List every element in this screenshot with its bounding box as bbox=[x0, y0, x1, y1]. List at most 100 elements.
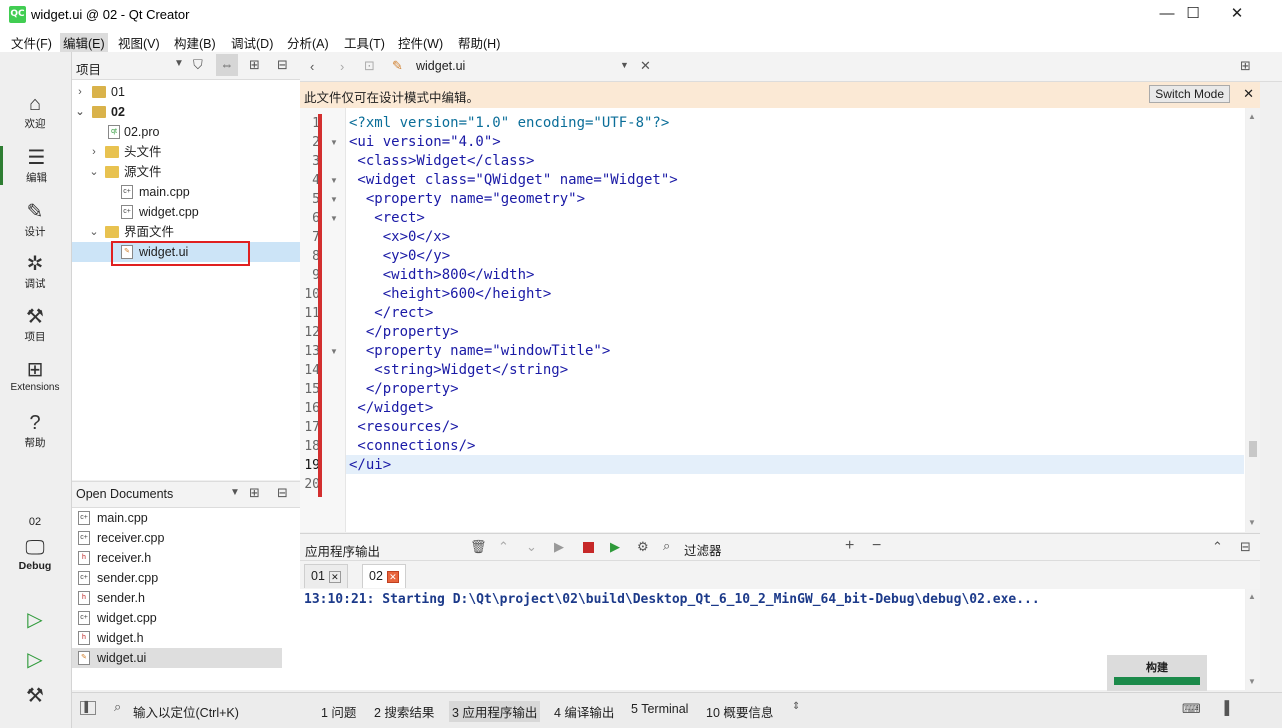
editor-scrollbar[interactable]: ▲ ▼ bbox=[1246, 108, 1260, 532]
mode-projects[interactable]: ⚒ 项目 bbox=[0, 305, 70, 344]
run-button[interactable]: ▷ bbox=[0, 608, 70, 632]
output-tab-02[interactable]: 02 ✕ bbox=[362, 564, 406, 588]
switch-mode-button[interactable]: Switch Mode bbox=[1149, 85, 1230, 103]
chevron-down-icon[interactable]: ▼ bbox=[620, 60, 629, 70]
chevron-right-icon[interactable]: › bbox=[74, 82, 86, 102]
application-output[interactable]: 13:10:21: Starting D:\Qt\project\02\buil… bbox=[300, 589, 1245, 690]
scroll-up-icon[interactable]: ▲ bbox=[1248, 592, 1256, 601]
run-icon[interactable]: ▶ bbox=[554, 539, 564, 555]
close-window-button[interactable]: ✕ bbox=[1214, 0, 1260, 30]
back-icon[interactable]: ‹ bbox=[310, 59, 314, 74]
menu-build[interactable]: 构建(B) bbox=[171, 33, 219, 52]
tree-item-widget-cpp[interactable]: c+ widget.cpp bbox=[72, 202, 300, 222]
tree-item-project-01[interactable]: › 01 bbox=[72, 82, 300, 102]
updown-icon[interactable]: ⇕ bbox=[792, 701, 800, 712]
menu-analyze[interactable]: 分析(A) bbox=[284, 33, 332, 52]
tree-item-pro-file[interactable]: qt 02.pro bbox=[72, 122, 300, 142]
maximize-button[interactable]: ☐ bbox=[1170, 0, 1216, 30]
mode-edit[interactable]: ☰ 编辑 bbox=[0, 146, 70, 185]
close-icon[interactable]: ✕ bbox=[386, 570, 399, 583]
down-icon[interactable]: ⌄ bbox=[526, 539, 537, 555]
list-item[interactable]: c+ main.cpp bbox=[72, 508, 282, 528]
collapse-icon[interactable]: ⊟ bbox=[277, 485, 288, 501]
filter-icon[interactable]: ⛉ bbox=[193, 57, 203, 73]
menu-file[interactable]: 文件(F) bbox=[8, 33, 55, 52]
fold-marker-icon[interactable]: ▼ bbox=[330, 171, 338, 190]
mode-debug[interactable]: ✲ 调试 bbox=[0, 252, 70, 291]
close-pane-icon[interactable]: ⊟ bbox=[1240, 539, 1251, 555]
pane-application-output[interactable]: 3 应用程序输出 bbox=[449, 701, 541, 722]
chevron-down-icon[interactable]: ⌄ bbox=[88, 162, 100, 182]
menu-edit[interactable]: 编辑(E) bbox=[60, 33, 108, 52]
output-scrollbar[interactable]: ▲ ▼ bbox=[1246, 589, 1260, 690]
list-item[interactable]: h widget.h bbox=[72, 628, 282, 648]
fold-marker-icon[interactable]: ▼ bbox=[330, 133, 338, 152]
build-button[interactable]: ⚒ bbox=[0, 684, 70, 708]
right-sidebar-toggle-icon[interactable]: ▐ bbox=[1220, 700, 1229, 715]
build-progress[interactable]: 构建 bbox=[1107, 655, 1207, 691]
pane-search-results[interactable]: 2 搜索结果 bbox=[371, 701, 437, 722]
pane-general-messages[interactable]: 10 概要信息 bbox=[703, 701, 776, 722]
chevron-down-icon[interactable]: ⌄ bbox=[88, 222, 100, 242]
progress-details-icon[interactable]: ⌨ bbox=[1182, 701, 1201, 717]
scroll-down-icon[interactable]: ▼ bbox=[1248, 518, 1256, 527]
forward-icon[interactable]: › bbox=[340, 59, 344, 74]
up-icon[interactable]: ⌃ bbox=[498, 539, 509, 555]
chevron-down-icon[interactable]: ▼ bbox=[230, 487, 240, 498]
fold-marker-icon[interactable]: ▼ bbox=[330, 190, 338, 209]
tree-item-headers[interactable]: › 头文件 bbox=[72, 142, 300, 162]
menu-tools[interactable]: 工具(T) bbox=[341, 33, 388, 52]
tree-item-forms[interactable]: ⌄ 界面文件 bbox=[72, 222, 300, 242]
gear-icon[interactable]: ⚙ bbox=[637, 539, 649, 555]
stop-icon[interactable] bbox=[583, 542, 594, 553]
pane-terminal[interactable]: 5 Terminal bbox=[628, 701, 691, 717]
close-document-icon[interactable]: ✕ bbox=[640, 58, 651, 74]
menu-view[interactable]: 视图(V) bbox=[115, 33, 163, 52]
collapse-icon[interactable]: ⊟ bbox=[277, 57, 288, 73]
tree-item-project-02[interactable]: ⌄ 02 bbox=[72, 102, 300, 122]
pane-compile-output[interactable]: 4 编译输出 bbox=[551, 701, 617, 722]
chevron-down-icon[interactable]: ▼ bbox=[174, 58, 184, 69]
close-icon[interactable]: ✕ bbox=[328, 570, 341, 583]
chevron-down-icon[interactable]: ⌄ bbox=[74, 102, 86, 122]
scroll-up-icon[interactable]: ▲ bbox=[1248, 112, 1256, 121]
list-item[interactable]: c+ receiver.cpp bbox=[72, 528, 282, 548]
locator-input[interactable]: 输入以定位(Ctrl+K) bbox=[130, 701, 242, 722]
list-item[interactable]: h receiver.h bbox=[72, 548, 282, 568]
fold-marker-icon[interactable]: ▼ bbox=[330, 209, 338, 228]
kit-selector[interactable]: 🖵 Debug bbox=[0, 536, 70, 572]
tree-item-sources[interactable]: ⌄ 源文件 bbox=[72, 162, 300, 182]
debug-run-button[interactable]: ▷ bbox=[0, 648, 70, 672]
split-icon[interactable]: ⊞ bbox=[1240, 58, 1251, 74]
filter-input[interactable]: 过滤器 bbox=[684, 540, 722, 559]
mode-help[interactable]: ? 帮助 bbox=[0, 411, 70, 450]
fold-marker-icon[interactable]: ▼ bbox=[330, 342, 338, 361]
list-item[interactable]: c+ sender.cpp bbox=[72, 568, 282, 588]
lock-icon[interactable]: ⊡ bbox=[364, 58, 375, 74]
menu-help[interactable]: 帮助(H) bbox=[455, 33, 503, 52]
close-icon[interactable]: ✕ bbox=[1243, 86, 1254, 102]
maximize-pane-icon[interactable]: ⌃ bbox=[1212, 539, 1223, 555]
minus-icon[interactable]: − bbox=[872, 537, 881, 555]
output-tab-01[interactable]: 01 ✕ bbox=[304, 564, 348, 588]
list-item[interactable]: c+ widget.cpp bbox=[72, 608, 282, 628]
chevron-right-icon[interactable]: › bbox=[88, 142, 100, 162]
menu-controls[interactable]: 控件(W) bbox=[395, 33, 446, 52]
split-icon[interactable]: ⊞ bbox=[249, 485, 260, 501]
editor-file-name[interactable]: widget.ui bbox=[416, 59, 465, 73]
list-item[interactable]: h sender.h bbox=[72, 588, 282, 608]
mode-extensions[interactable]: ⊞ Extensions bbox=[0, 358, 70, 393]
tree-item-main-cpp[interactable]: c+ main.cpp bbox=[72, 182, 300, 202]
scrollbar-thumb[interactable] bbox=[1249, 441, 1257, 457]
list-item[interactable]: ✎ widget.ui bbox=[72, 648, 282, 668]
mode-welcome[interactable]: ⌂ 欢迎 bbox=[0, 92, 70, 131]
link-icon[interactable]: ⇔ bbox=[216, 54, 238, 76]
attach-debugger-icon[interactable]: ▶ bbox=[610, 539, 620, 555]
pane-issues[interactable]: 1 问题 bbox=[318, 701, 359, 722]
mode-design[interactable]: ✎ 设计 bbox=[0, 200, 70, 239]
clear-icon[interactable]: 🗑 bbox=[470, 539, 487, 555]
menu-debug[interactable]: 调试(D) bbox=[228, 33, 276, 52]
split-icon[interactable]: ⊞ bbox=[249, 57, 260, 73]
add-icon[interactable]: + bbox=[845, 537, 854, 555]
sidebar-toggle-icon[interactable]: ▌ bbox=[80, 701, 96, 715]
